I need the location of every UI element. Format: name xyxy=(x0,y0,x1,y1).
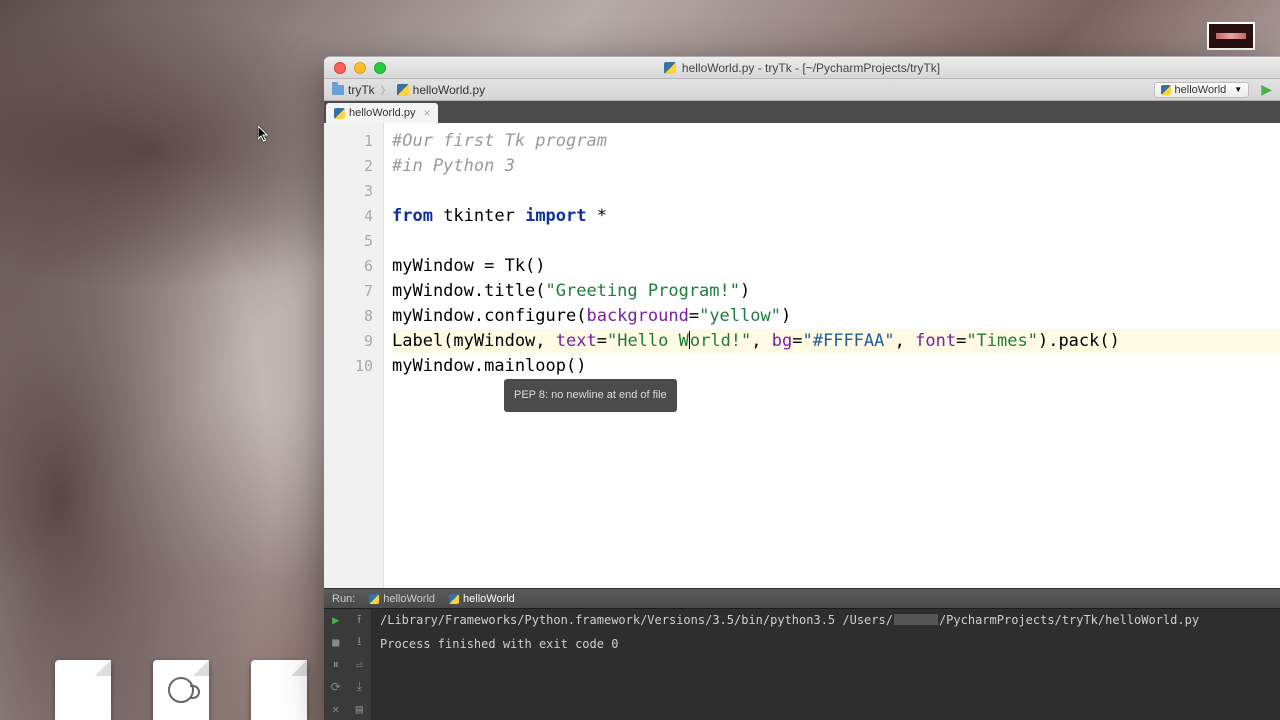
minimize-window-button[interactable] xyxy=(354,62,366,74)
picture-in-picture-thumbnail[interactable] xyxy=(1207,22,1255,50)
breadcrumb-project[interactable]: tryTk xyxy=(332,83,375,97)
chevron-right-icon: 〉 xyxy=(381,82,391,97)
run-toolbar: ▶ ⭱ ■ ⭳ ⏸ ⏎ ⟳ ⤓ ✕ ▤ xyxy=(324,609,372,720)
editor-tabs: helloWorld.py × xyxy=(324,101,1280,123)
run-tab-active[interactable]: helloWorld xyxy=(449,593,515,605)
coffee-cup-icon xyxy=(168,677,194,703)
ide-window: helloWorld.py - tryTk - [~/PycharmProjec… xyxy=(324,56,1280,720)
window-controls xyxy=(324,62,386,74)
window-title: helloWorld.py - tryTk - [~/PycharmProjec… xyxy=(324,61,1280,75)
pause-button[interactable]: ⏸ xyxy=(324,653,348,675)
restart-button[interactable]: ⟳ xyxy=(324,676,348,698)
python-file-icon xyxy=(1161,85,1171,95)
python-file-icon xyxy=(369,594,379,604)
run-button[interactable]: ▶ xyxy=(1261,81,1272,98)
run-config-label: helloWorld xyxy=(1175,84,1227,96)
stop-button[interactable]: ■ xyxy=(324,631,348,653)
breadcrumb-project-label: tryTk xyxy=(348,83,375,97)
console-line: Process finished with exit code 0 xyxy=(380,637,1199,651)
tooltip-text: PEP 8: no newline at end of file xyxy=(514,389,667,401)
folder-icon xyxy=(332,85,344,95)
run-label: Run: xyxy=(332,593,355,605)
maximize-window-button[interactable] xyxy=(374,62,386,74)
redacted-username xyxy=(894,614,938,625)
console-output[interactable]: /Library/Frameworks/Python.framework/Ver… xyxy=(372,609,1207,720)
python-file-icon xyxy=(334,108,345,119)
run-tool-window-header[interactable]: Run: helloWorld helloWorld xyxy=(324,588,1280,608)
console-line: /Library/Frameworks/Python.framework/Ver… xyxy=(380,613,1199,627)
code-editor[interactable]: 1 2 3 4 5 6 7 8 9 10 #Our first Tk progr… xyxy=(324,123,1280,588)
soft-wrap-button[interactable]: ⏎ xyxy=(348,653,372,675)
file-icon[interactable] xyxy=(251,660,307,720)
line-number-gutter: 1 2 3 4 5 6 7 8 9 10 xyxy=(324,123,384,588)
window-title-text: helloWorld.py - tryTk - [~/PycharmProjec… xyxy=(682,61,940,75)
print-button[interactable]: ▤ xyxy=(348,698,372,720)
rerun-button[interactable]: ▶ xyxy=(324,609,348,631)
scroll-button[interactable]: ⤓ xyxy=(348,676,372,698)
close-window-button[interactable] xyxy=(334,62,346,74)
navigation-bar: tryTk 〉 helloWorld.py helloWorld ▼ ▶ xyxy=(324,79,1280,101)
breadcrumb-file[interactable]: helloWorld.py xyxy=(397,83,485,97)
run-tool-window: ▶ ⭱ ■ ⭳ ⏸ ⏎ ⟳ ⤓ ✕ ▤ /Library/Frameworks/… xyxy=(324,608,1280,720)
up-button[interactable]: ⭱ xyxy=(348,609,372,631)
python-file-icon xyxy=(664,62,676,74)
code-area[interactable]: #Our first Tk program #in Python 3 from … xyxy=(384,123,1280,588)
close-tab-icon[interactable]: × xyxy=(423,106,430,120)
desktop-files xyxy=(55,660,307,720)
close-button[interactable]: ✕ xyxy=(324,698,348,720)
java-file-icon[interactable] xyxy=(153,660,209,720)
down-button[interactable]: ⭳ xyxy=(348,631,372,653)
run-tab[interactable]: helloWorld xyxy=(369,593,435,605)
dropdown-triangle-icon: ▼ xyxy=(1234,85,1242,94)
python-file-icon xyxy=(449,594,459,604)
breadcrumb-file-label: helloWorld.py xyxy=(413,83,485,97)
file-icon[interactable] xyxy=(55,660,111,720)
inspection-tooltip: PEP 8: no newline at end of file xyxy=(504,379,677,412)
editor-tab-label: helloWorld.py xyxy=(349,107,415,119)
python-file-icon xyxy=(397,84,409,96)
editor-tab[interactable]: helloWorld.py × xyxy=(326,103,438,123)
window-titlebar[interactable]: helloWorld.py - tryTk - [~/PycharmProjec… xyxy=(324,57,1280,79)
run-configuration-selector[interactable]: helloWorld ▼ xyxy=(1154,82,1250,98)
